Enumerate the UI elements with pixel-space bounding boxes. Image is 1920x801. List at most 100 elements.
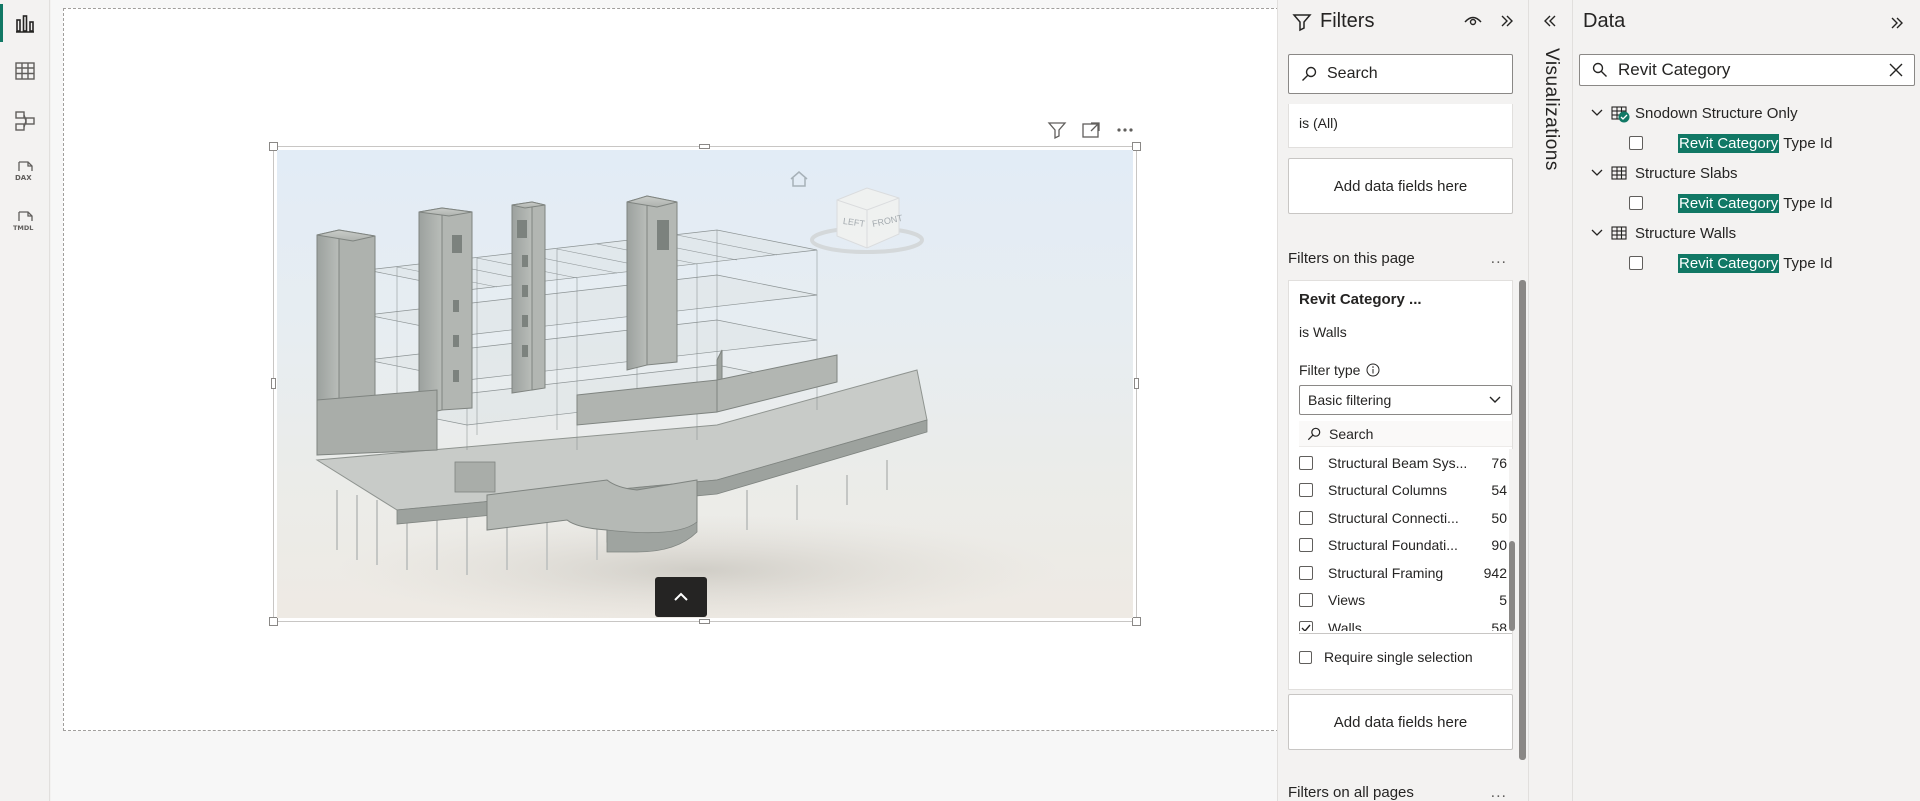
filter-value-name: Structural Framing bbox=[1328, 564, 1444, 581]
report-view-icon[interactable] bbox=[0, 0, 50, 46]
table-name: Structure Walls bbox=[1635, 224, 1737, 242]
table-name: Structure Slabs bbox=[1635, 164, 1738, 182]
checked-checkbox-icon[interactable] bbox=[1299, 620, 1313, 631]
visual-filter-value: is (All) bbox=[1299, 115, 1338, 131]
chevron-down-icon[interactable] bbox=[1591, 229, 1603, 237]
all-pages-filters-more-button[interactable]: ... bbox=[1491, 784, 1507, 801]
filter-values-list[interactable]: Structural Beam Sys... 76 Structural Colum… bbox=[1299, 449, 1509, 631]
search-icon bbox=[1302, 66, 1317, 81]
filters-on-this-page-label: Filters on this page bbox=[1288, 250, 1415, 267]
filter-value-row[interactable]: Walls 58 bbox=[1299, 614, 1509, 631]
expand-visualizations-icon[interactable] bbox=[1539, 10, 1561, 32]
filter-values-search-input[interactable]: Search bbox=[1299, 421, 1512, 447]
view-cube-icon: LEFT FRONT bbox=[810, 187, 924, 254]
filter-value-name: Structural Connecti... bbox=[1328, 509, 1459, 526]
collapse-toolbar-button[interactable] bbox=[655, 577, 707, 617]
field-revit-category-type-id[interactable]: Revit Category Type Id bbox=[1591, 128, 1911, 158]
report-canvas: LEFT FRONT bbox=[51, 0, 1289, 801]
checkbox[interactable] bbox=[1299, 510, 1313, 525]
page-filters-more-button[interactable]: ... bbox=[1491, 250, 1507, 268]
chevron-down-icon[interactable] bbox=[1591, 169, 1603, 177]
filter-values-scroll-thumb[interactable] bbox=[1509, 541, 1515, 631]
filter-value-count: 76 bbox=[1491, 454, 1507, 471]
resize-handle-se[interactable] bbox=[1132, 617, 1141, 626]
filter-values-scrollbar[interactable] bbox=[1509, 449, 1515, 631]
filter-value-count: 50 bbox=[1491, 509, 1507, 526]
require-single-checkbox[interactable] bbox=[1299, 650, 1312, 664]
filter-value-name: Structural Beam Sys... bbox=[1328, 454, 1468, 471]
checkbox[interactable] bbox=[1299, 538, 1313, 553]
field-checkbox[interactable] bbox=[1629, 136, 1643, 150]
svg-text:TMDL: TMDL bbox=[13, 224, 33, 232]
filter-value-name: Walls bbox=[1328, 619, 1362, 631]
filter-card-divider bbox=[1299, 633, 1512, 634]
visual-filter-card[interactable]: is (All) bbox=[1288, 104, 1513, 148]
filter-value-count: 5 bbox=[1499, 592, 1507, 609]
filter-value-name: Views bbox=[1328, 592, 1366, 609]
clear-search-icon[interactable] bbox=[1888, 62, 1904, 83]
filters-pane-scrollbar[interactable] bbox=[1519, 280, 1526, 760]
collapse-filters-icon[interactable] bbox=[1496, 10, 1518, 32]
eye-icon[interactable] bbox=[1462, 10, 1484, 32]
table-structure-slabs[interactable]: Structure Slabs bbox=[1591, 158, 1911, 188]
collapse-data-icon[interactable] bbox=[1886, 12, 1908, 34]
table-snodown-structure-only[interactable]: Snodown Structure Only bbox=[1591, 98, 1911, 128]
filter-value-row[interactable]: Structural Foundati... 90 bbox=[1299, 532, 1509, 560]
visualizations-label[interactable]: Visualizations bbox=[1540, 48, 1562, 171]
filters-search-placeholder: Search bbox=[1327, 65, 1378, 82]
resize-handle-s[interactable] bbox=[699, 619, 710, 624]
viewer-home-icon bbox=[790, 171, 808, 187]
dax-query-view-icon[interactable]: DAX bbox=[0, 148, 50, 194]
filter-value-name: Structural Columns bbox=[1328, 482, 1448, 499]
search-icon bbox=[1592, 62, 1607, 77]
filters-scroll-area[interactable]: is (All) Add data fields here Filters on… bbox=[1278, 104, 1529, 801]
field-checkbox[interactable] bbox=[1629, 196, 1643, 210]
view-nav-rail: DAX TMDL bbox=[0, 0, 50, 801]
filter-value-count: 90 bbox=[1491, 537, 1507, 554]
add-visual-fields-dropzone[interactable]: Add data fields here bbox=[1288, 158, 1513, 214]
filter-value-row[interactable]: Views 5 bbox=[1299, 587, 1509, 615]
filters-search-input[interactable]: Search bbox=[1288, 54, 1513, 94]
add-page-fields-dropzone[interactable]: Add data fields here bbox=[1288, 694, 1513, 750]
field-checkbox[interactable] bbox=[1629, 256, 1643, 270]
filter-value-row[interactable]: Structural Beam Sys... 76 bbox=[1299, 449, 1509, 477]
3d-model-visual[interactable]: LEFT FRONT bbox=[269, 122, 1141, 626]
resize-handle-n[interactable] bbox=[699, 144, 710, 149]
table-view-icon[interactable] bbox=[0, 48, 50, 94]
more-options-icon[interactable] bbox=[1113, 118, 1137, 142]
filter-type-dropdown[interactable]: Basic filtering bbox=[1299, 385, 1512, 415]
resize-handle-e[interactable] bbox=[1134, 378, 1139, 389]
revit-category-filter-card[interactable]: Revit Category ... is Walls Filter type … bbox=[1288, 280, 1515, 690]
require-single-selection-option[interactable]: Require single selection bbox=[1299, 649, 1473, 665]
checkbox[interactable] bbox=[1299, 565, 1313, 580]
filter-type-text: Filter type bbox=[1299, 362, 1361, 378]
filter-value-row[interactable]: Structural Columns 54 bbox=[1299, 477, 1509, 505]
resize-handle-ne[interactable] bbox=[1132, 142, 1141, 151]
require-single-label: Require single selection bbox=[1324, 649, 1473, 665]
filter-value-count: 942 bbox=[1483, 564, 1507, 581]
visual-filter-icon[interactable] bbox=[1045, 118, 1069, 142]
checkbox[interactable] bbox=[1299, 455, 1313, 470]
tmdl-view-icon[interactable]: TMDL bbox=[0, 198, 50, 244]
field-name-match: Revit Category bbox=[1678, 193, 1780, 213]
field-revit-category-type-id[interactable]: Revit Category Type Id bbox=[1591, 188, 1911, 218]
filter-value-row[interactable]: Structural Framing 942 bbox=[1299, 559, 1509, 587]
checkbox[interactable] bbox=[1299, 483, 1313, 498]
focus-mode-icon[interactable] bbox=[1079, 118, 1103, 142]
chevron-down-icon[interactable] bbox=[1591, 109, 1603, 117]
filter-value-row[interactable]: Structural Connecti... 50 bbox=[1299, 504, 1509, 532]
model-view-icon[interactable] bbox=[0, 98, 50, 144]
data-search-input[interactable]: Revit Category bbox=[1579, 54, 1915, 86]
field-name-rest: Type Id bbox=[1783, 254, 1833, 272]
filter-card-summary: is Walls bbox=[1299, 324, 1347, 340]
checkbox[interactable] bbox=[1299, 593, 1313, 608]
visual-header bbox=[1045, 118, 1137, 142]
filter-card-title[interactable]: Revit Category ... bbox=[1299, 291, 1422, 308]
field-revit-category-type-id[interactable]: Revit Category Type Id bbox=[1591, 248, 1911, 278]
table-icon bbox=[1611, 105, 1630, 123]
field-name-match: Revit Category bbox=[1678, 133, 1780, 153]
resize-handle-w[interactable] bbox=[271, 378, 276, 389]
resize-handle-sw[interactable] bbox=[269, 617, 278, 626]
table-structure-walls[interactable]: Structure Walls bbox=[1591, 218, 1911, 248]
3d-viewer[interactable]: LEFT FRONT bbox=[277, 150, 1133, 618]
